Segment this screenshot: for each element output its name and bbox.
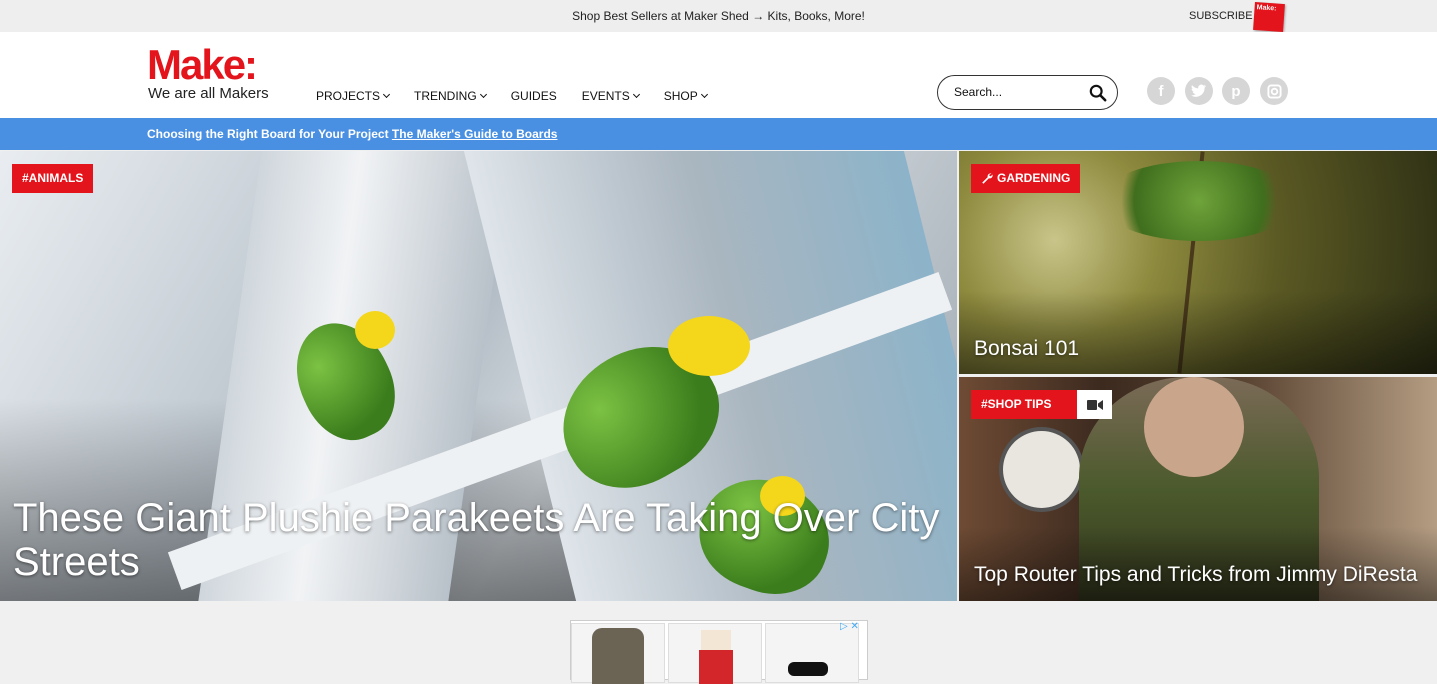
ad-product-image (788, 662, 828, 676)
facebook-icon[interactable]: f (1147, 77, 1175, 105)
nav-shop[interactable]: SHOP (663, 89, 708, 103)
pinterest-icon[interactable]: p (1222, 77, 1250, 105)
nav-label: SHOP (663, 89, 698, 103)
nav-label: EVENTS (581, 89, 630, 103)
nav-events[interactable]: EVENTS (581, 89, 640, 103)
top-promo-bar: Shop Best Sellers at Maker Shed → Kits, … (0, 0, 1437, 33)
video-icon (1077, 390, 1112, 419)
category-tag[interactable]: GARDENING (971, 164, 1081, 193)
ad-product-image (592, 628, 644, 684)
ad-product-jacket[interactable] (571, 623, 665, 684)
wrench-icon (982, 173, 993, 184)
article-tile-router[interactable]: #SHOP TIPS Top Router Tips and Tricks fr… (959, 377, 1437, 601)
announcement-banner: Choosing the Right Board for Your Projec… (0, 118, 1437, 150)
man-face-image (1144, 377, 1244, 477)
article-title[interactable]: Bonsai 101 (974, 337, 1079, 361)
make-logo[interactable]: Make: (147, 44, 258, 86)
hero-article-tile[interactable]: #ANIMALS These Giant Plushie Parakeets A… (0, 151, 957, 601)
chevron-down-icon (700, 90, 708, 99)
article-title[interactable]: Top Router Tips and Tricks from Jimmy Di… (974, 563, 1417, 587)
magazine-cover-label: Make: (1256, 4, 1277, 13)
nav-guides[interactable]: GUIDES (511, 89, 557, 103)
ad-product-image (701, 630, 731, 650)
banner-text: Choosing the Right Board for Your Projec… (147, 127, 389, 141)
category-tag[interactable]: #ANIMALS (12, 164, 94, 193)
search-input[interactable] (954, 85, 1074, 99)
parakeet-beak (355, 311, 395, 349)
article-title[interactable]: These Giant Plushie Parakeets Are Taking… (13, 496, 943, 584)
main-nav: PROJECTS TRENDING GUIDES EVENTS SHOP (316, 89, 732, 103)
article-tile-bonsai[interactable]: GARDENING Bonsai 101 (959, 151, 1437, 374)
nav-label: PROJECTS (316, 89, 381, 103)
search-icon[interactable] (1089, 84, 1107, 102)
nav-trending[interactable]: TRENDING (414, 89, 487, 103)
banner-link[interactable]: The Maker's Guide to Boards (392, 127, 558, 141)
twitter-icon[interactable] (1185, 77, 1213, 105)
chevron-down-icon (632, 90, 640, 99)
nav-label: TRENDING (414, 89, 477, 103)
category-tag-label: GARDENING (997, 171, 1071, 185)
ad-product-dress[interactable] (668, 623, 762, 684)
subscribe-link[interactable]: SUBSCRIBE (1189, 10, 1253, 22)
leaves-image (1099, 161, 1299, 241)
adchoices-icon[interactable]: ▷ ✕ (840, 621, 868, 635)
chevron-down-icon (479, 90, 487, 99)
advertisement[interactable]: ▷ ✕ (570, 620, 868, 684)
instagram-icon[interactable] (1260, 77, 1288, 105)
tile-shade (959, 291, 1437, 374)
ad-product-image (699, 650, 733, 684)
chevron-down-icon (382, 90, 391, 99)
logo-tagline: We are all Makers (148, 85, 269, 102)
site-header: Make: We are all Makers PROJECTS TRENDIN… (0, 32, 1437, 118)
category-tag[interactable]: #SHOP TIPS (971, 390, 1077, 419)
nav-projects[interactable]: PROJECTS (316, 89, 391, 103)
banner-text-wrap: Choosing the Right Board for Your Projec… (147, 127, 557, 141)
search-box (937, 75, 1118, 110)
parakeet-beak (668, 316, 750, 376)
wall-clock-image (999, 427, 1084, 512)
nav-label: GUIDES (510, 89, 557, 103)
magazine-cover-icon[interactable]: Make: (1253, 1, 1285, 33)
